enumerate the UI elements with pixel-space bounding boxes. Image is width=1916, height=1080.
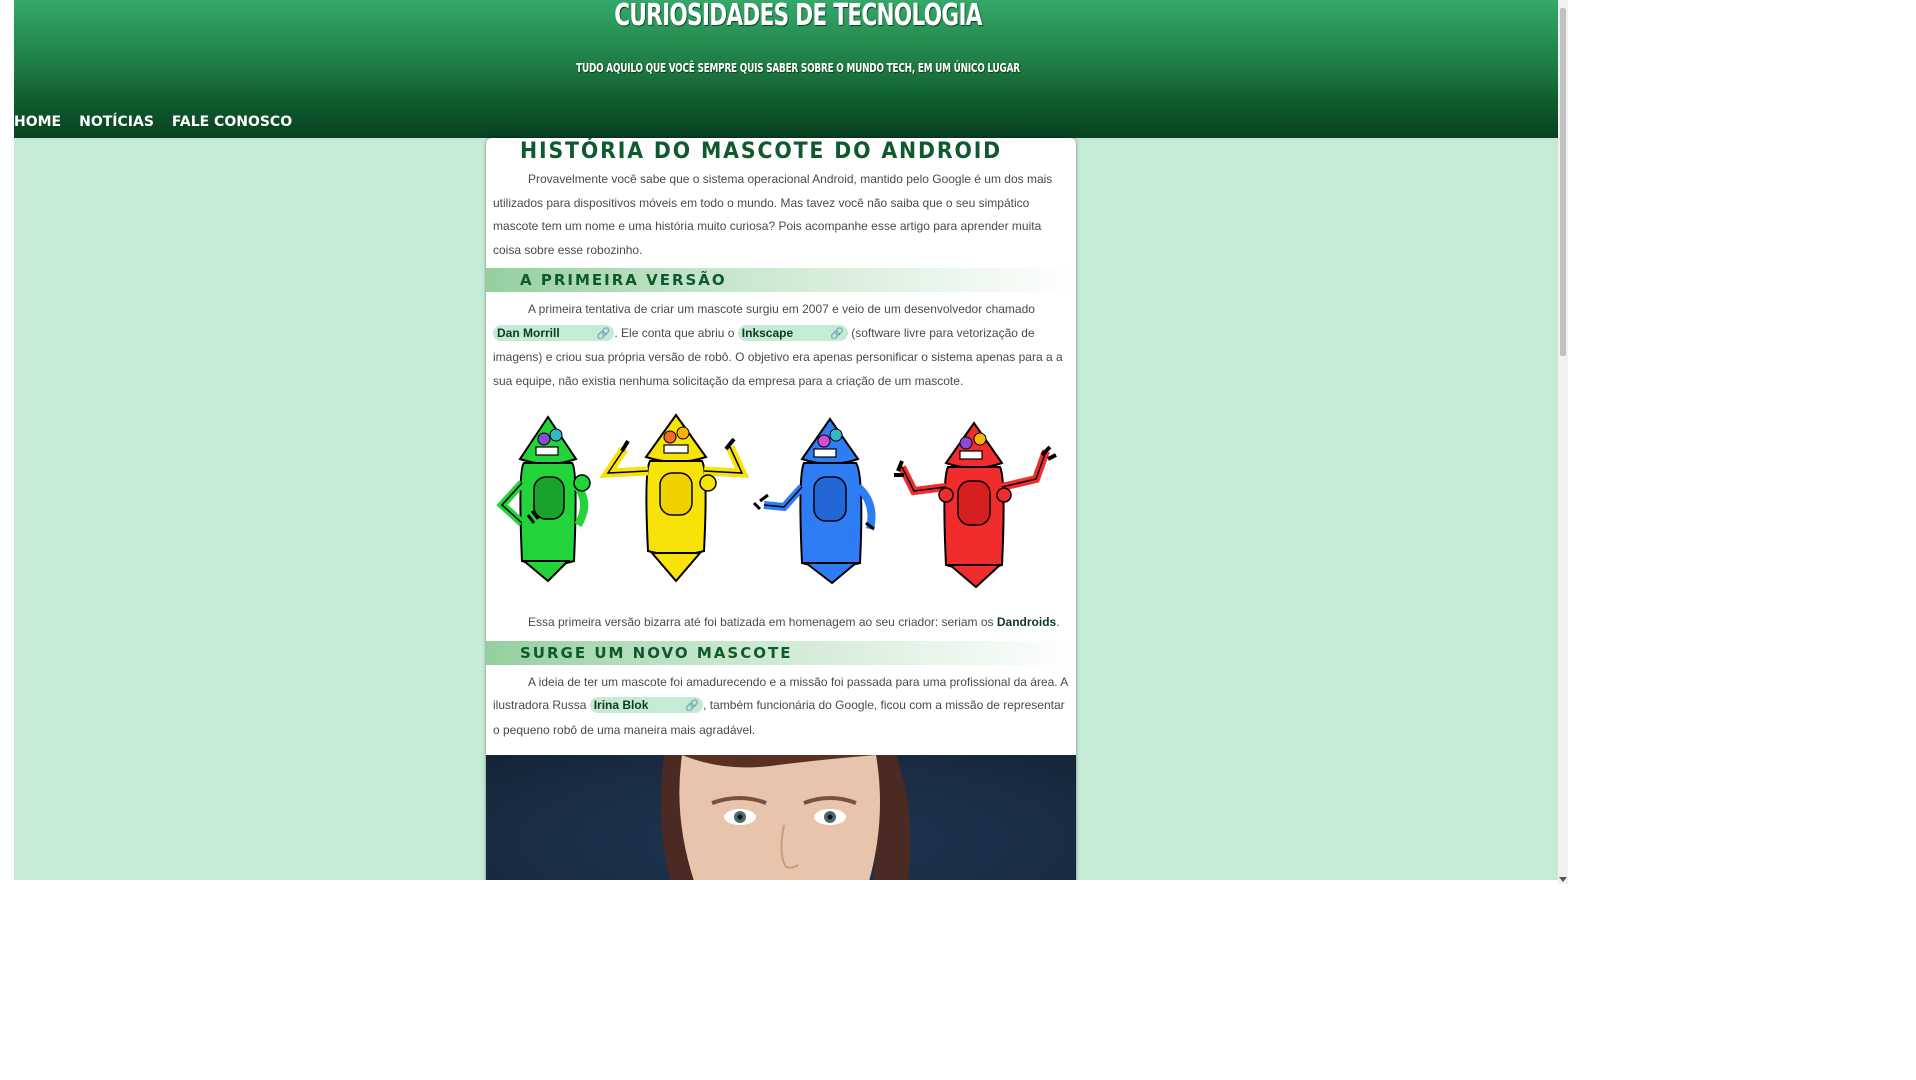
main-nav: HOME NOTÍCIAS FALE CONOSCO [14, 114, 292, 130]
intro-text: Provavelmente você sabe que o sistema op… [493, 172, 1053, 257]
left-margin [0, 0, 14, 884]
section-heading-primeira-versao: A primeira versão [486, 268, 1076, 292]
portrait-illustration [660, 755, 911, 884]
scrollbar-thumb[interactable] [1560, 8, 1566, 356]
link-inkscape[interactable]: Inkscape 🔗 [737, 324, 848, 341]
section1-paragraph-2: Essa primeira versão bizarra até foi bat… [486, 611, 1076, 635]
dandroids-label: Dandroids [996, 615, 1057, 629]
link-inkscape-label: Inkscape [741, 325, 794, 340]
article: História do mascote do Android Provavelm… [486, 138, 1076, 884]
link-icon: 🔗 [830, 327, 844, 340]
blue-robot [752, 417, 876, 585]
site-header: Curiosidades de Tecnologia Tudo aquilo q… [14, 0, 1558, 138]
section-heading-novo-mascote: Surge um novo mascote [486, 640, 1076, 665]
link-irina-blok-label: Irina Blok [593, 698, 649, 712]
nav-noticias[interactable]: NOTÍCIAS [79, 114, 154, 130]
dandroids-image [496, 413, 1057, 589]
link-icon: 🔗 [685, 700, 700, 712]
section1-text-b: . Ele conta que abriu o [614, 325, 738, 340]
bottom-edge [14, 880, 1558, 884]
scroll-down-arrow-icon[interactable] [1559, 877, 1567, 882]
link-irina-blok[interactable]: Irina Blok 🔗 [589, 697, 704, 713]
link-icon: 🔗 [596, 327, 611, 340]
site-subtitle: Tudo aquilo que você sempre quis saber s… [576, 61, 1020, 75]
section1-text-d: Essa primeira versão bizarra até foi bat… [528, 615, 997, 629]
nav-fale-conosco[interactable]: FALE CONOSCO [172, 114, 292, 130]
site-title: Curiosidades de Tecnologia [614, 0, 982, 33]
intro-paragraph: Provavelmente você sabe que o sistema op… [486, 168, 1076, 262]
yellow-robot [599, 413, 750, 583]
irina-blok-photo [486, 755, 1076, 884]
section1-text-a: A primeira tentativa de criar um mascote… [528, 302, 1035, 316]
page: Curiosidades de Tecnologia Tudo aquilo q… [14, 0, 1558, 884]
section1-text-e: . [1056, 615, 1060, 629]
vertical-scrollbar[interactable] [1558, 0, 1568, 884]
link-dan-morrill-label: Dan Morrill [497, 325, 560, 340]
red-robot [894, 421, 1057, 589]
nav-home[interactable]: HOME [14, 114, 61, 130]
section2-paragraph: A ideia de ter um mascote foi amadurecen… [486, 671, 1076, 743]
article-title: História do mascote do Android [520, 139, 1003, 164]
green-robot [496, 415, 591, 583]
section1-paragraph: A primeira tentativa de criar um mascote… [486, 298, 1076, 393]
link-dan-morrill[interactable]: Dan Morrill 🔗 [493, 324, 615, 341]
